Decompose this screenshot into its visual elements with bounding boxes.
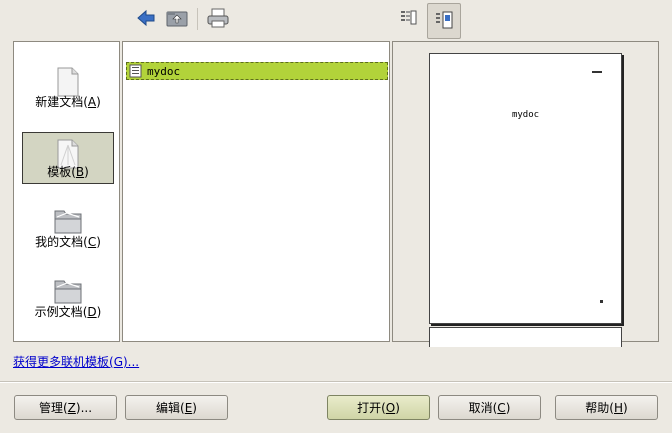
category-panel: 新建文档(A) 模板(B) 我的文档(C) 示例文档(D) [13, 41, 120, 342]
category-my-documents[interactable]: 我的文档(C) [22, 201, 114, 253]
back-button[interactable] [133, 5, 159, 31]
header-mark [592, 71, 602, 73]
toolbar-separator [197, 8, 198, 30]
print-icon [207, 8, 229, 28]
divider [0, 381, 672, 383]
up-folder-icon [166, 11, 188, 27]
preview-view-icon [436, 11, 453, 29]
folder-icon [54, 280, 82, 304]
file-list-panel: mydoc [122, 41, 390, 342]
category-sample-documents[interactable]: 示例文档(D) [22, 271, 114, 323]
preview-view-button[interactable] [427, 3, 461, 39]
category-new-document[interactable]: 新建文档(A) [22, 61, 114, 113]
manage-button[interactable]: 管理(Z)... [14, 395, 117, 420]
help-button[interactable]: 帮助(H) [555, 395, 658, 420]
template-file-icon [129, 64, 142, 78]
preview-title: mydoc [511, 110, 540, 120]
file-name: mydoc [147, 64, 181, 78]
preview-panel: mydoc [392, 41, 659, 347]
list-view-icon [401, 10, 417, 25]
category-label: 示例文档(D) [34, 305, 102, 319]
list-view-button[interactable] [395, 5, 421, 31]
category-label: 新建文档(A) [35, 95, 101, 109]
get-online-templates-link[interactable]: 获得更多联机模板(G)... [13, 353, 139, 370]
edit-button[interactable]: 编辑(E) [125, 395, 228, 420]
category-templates[interactable]: 模板(B) [22, 132, 114, 184]
open-button[interactable]: 打开(O) [327, 395, 430, 420]
print-button[interactable] [205, 5, 231, 31]
category-label: 模板(B) [47, 165, 89, 179]
back-arrow-icon [137, 9, 155, 27]
preview-next-page [429, 327, 622, 347]
page-number-mark [600, 300, 603, 303]
folder-icon [54, 210, 82, 234]
cancel-button[interactable]: 取消(C) [438, 395, 541, 420]
category-label: 我的文档(C) [35, 235, 101, 249]
list-item[interactable]: mydoc [126, 62, 388, 80]
up-folder-button[interactable] [164, 5, 190, 31]
preview-page: mydoc [429, 53, 622, 324]
